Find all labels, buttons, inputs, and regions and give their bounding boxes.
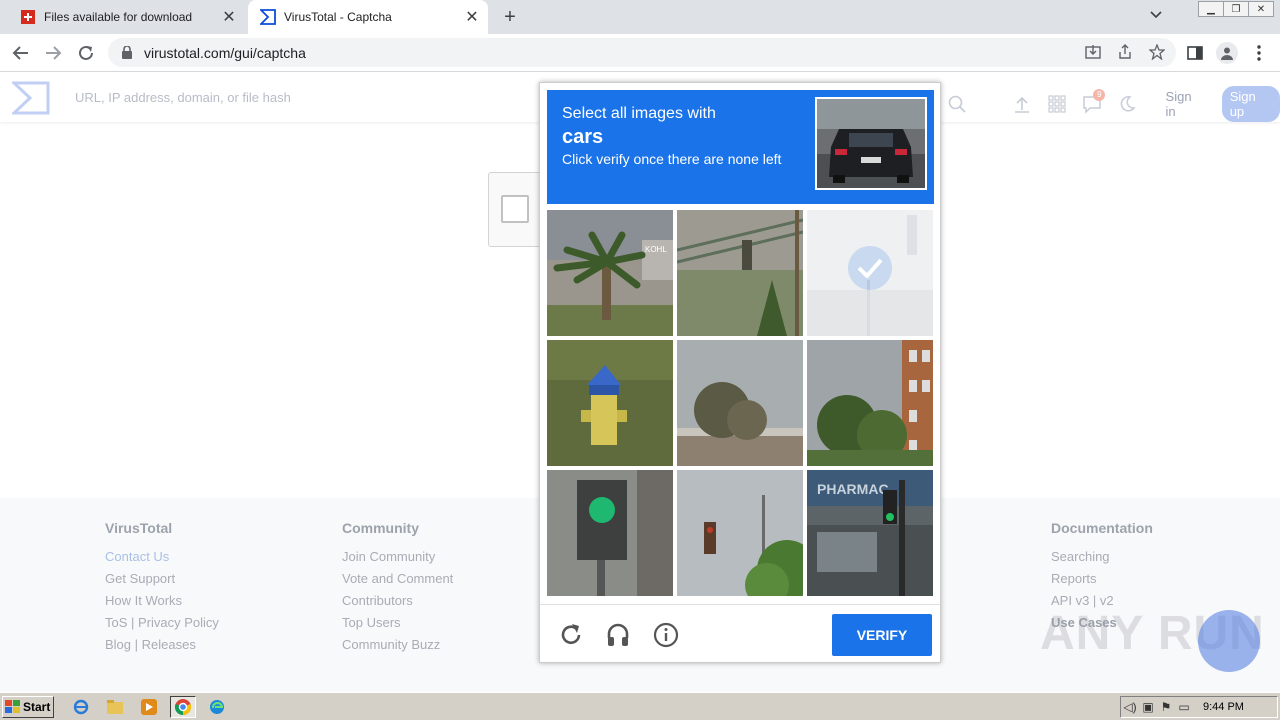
footer-col-title: VirusTotal <box>105 520 173 536</box>
selected-check-icon <box>848 246 892 290</box>
close-icon[interactable]: ✕ <box>221 9 237 26</box>
notification-badge: 9 <box>1093 89 1106 101</box>
tab-strip: Files available for download ✕ VirusTota… <box>0 0 1280 34</box>
image-grid: KOHL PHARMAC <box>547 210 935 598</box>
profile-avatar-icon[interactable] <box>1216 42 1238 64</box>
challenge-keyword: cars <box>562 126 604 148</box>
recaptcha-challenge: Select all images with cars Click verify… <box>539 82 941 663</box>
sign-in-link[interactable]: Sign in <box>1166 89 1204 119</box>
reload-icon[interactable] <box>75 42 97 64</box>
info-icon[interactable] <box>653 622 679 648</box>
footer-link[interactable]: Searching <box>1051 549 1153 564</box>
recaptcha-checkbox[interactable] <box>501 195 529 223</box>
tab-files-download[interactable]: Files available for download ✕ <box>8 0 245 34</box>
close-icon[interactable]: ✕ <box>464 9 480 26</box>
footer-link[interactable]: Contributors <box>342 593 453 608</box>
internet-explorer-icon[interactable] <box>68 696 94 718</box>
verify-button[interactable]: VERIFY <box>832 614 932 656</box>
notifications-icon[interactable]: 9 <box>1081 89 1106 115</box>
window-controls: ▁ ❐ ✕ <box>1198 1 1274 17</box>
captcha-tile-selected[interactable] <box>807 210 933 336</box>
start-label: Start <box>23 700 51 714</box>
recaptcha-anchor <box>488 172 544 247</box>
clock: 9:44 PM <box>1203 701 1244 713</box>
bookmark-star-icon[interactable] <box>1148 43 1166 61</box>
tab-title: Files available for download <box>44 10 193 24</box>
edge-icon[interactable] <box>204 696 230 718</box>
apps-grid-icon[interactable] <box>1046 93 1067 115</box>
footer-link[interactable]: ToS | Privacy Policy <box>105 615 219 630</box>
captcha-tile[interactable] <box>677 340 803 466</box>
dark-mode-moon-icon[interactable] <box>1116 93 1137 115</box>
tab-search-chevron-icon[interactable] <box>1150 8 1162 22</box>
anyrun-logo-icon <box>1198 610 1260 672</box>
captcha-tile[interactable] <box>547 340 673 466</box>
storefront-text: PHARMAC <box>817 481 889 497</box>
footer-col-community: Community Join Community Vote and Commen… <box>342 520 453 659</box>
footer-link[interactable]: Contact Us <box>105 549 219 564</box>
lock-icon[interactable] <box>120 46 134 59</box>
footer-col-title: Documentation <box>1051 520 1153 536</box>
virustotal-logo-icon[interactable] <box>10 81 50 120</box>
footer-col-title: Community <box>342 520 419 536</box>
tab-title: VirusTotal - Captcha <box>284 10 392 24</box>
flag-icon[interactable]: ⚑ <box>1157 700 1175 714</box>
sign-text: KOHL <box>645 245 667 254</box>
minimize-button[interactable]: ▁ <box>1198 1 1224 17</box>
footer-link[interactable]: Reports <box>1051 571 1153 586</box>
new-tab-button[interactable]: + <box>500 7 520 27</box>
captcha-tile[interactable] <box>677 210 803 336</box>
sample-car-image <box>815 97 927 190</box>
challenge-subinstruction: Click verify once there are none left <box>562 151 782 167</box>
windows-taskbar: Start ◁) ▣ ⚑ ▭ 9:44 PM <box>0 692 1280 720</box>
install-app-icon[interactable] <box>1084 43 1102 61</box>
side-panel-icon[interactable] <box>1186 44 1204 62</box>
restore-button[interactable]: ❐ <box>1223 1 1249 17</box>
footer-link[interactable]: Top Users <box>342 615 453 630</box>
footer-link[interactable]: Join Community <box>342 549 453 564</box>
forward-arrow-icon[interactable] <box>42 42 64 64</box>
tab-virustotal-captcha[interactable]: VirusTotal - Captcha ✕ <box>248 0 488 34</box>
captcha-tile[interactable] <box>677 470 803 596</box>
footer-link[interactable]: Community Buzz <box>342 637 453 652</box>
share-icon[interactable] <box>1116 43 1134 61</box>
swiss-flag-icon <box>20 9 36 25</box>
footer-col-virustotal: VirusTotal Contact Us Get Support How It… <box>105 520 219 659</box>
captcha-tile[interactable]: PHARMAC <box>807 470 933 596</box>
close-window-button[interactable]: ✕ <box>1248 1 1274 17</box>
network-icon[interactable]: ▣ <box>1139 700 1157 714</box>
challenge-footer: VERIFY <box>540 604 940 662</box>
captcha-tile[interactable]: KOHL <box>547 210 673 336</box>
footer-link[interactable]: How It Works <box>105 593 219 608</box>
start-button[interactable]: Start <box>2 696 54 718</box>
reload-challenge-icon[interactable] <box>558 622 584 648</box>
system-tray: ◁) ▣ ⚑ ▭ 9:44 PM <box>1120 696 1278 718</box>
chrome-icon[interactable] <box>170 696 196 718</box>
challenge-header: Select all images with cars Click verify… <box>547 90 934 204</box>
back-arrow-icon[interactable] <box>10 42 32 64</box>
challenge-instruction: Select all images with <box>562 105 716 122</box>
windows-logo-icon <box>5 700 21 714</box>
kebab-menu-icon[interactable] <box>1250 44 1268 62</box>
sign-up-button[interactable]: Sign up <box>1221 86 1280 122</box>
browser-toolbar: virustotal.com/gui/captcha <box>0 34 1280 72</box>
footer-link[interactable]: Get Support <box>105 571 219 586</box>
display-icon[interactable]: ▭ <box>1175 700 1193 714</box>
upload-icon[interactable] <box>1011 93 1032 115</box>
virustotal-icon <box>260 9 276 25</box>
captcha-tile[interactable] <box>547 470 673 596</box>
file-explorer-icon[interactable] <box>102 696 128 718</box>
address-bar[interactable]: virustotal.com/gui/captcha <box>108 38 1176 67</box>
url-text: virustotal.com/gui/captcha <box>144 44 306 61</box>
footer-link[interactable]: Blog | Releases <box>105 637 219 652</box>
captcha-tile[interactable] <box>807 340 933 466</box>
footer-link[interactable]: Vote and Comment <box>342 571 453 586</box>
audio-challenge-headphones-icon[interactable] <box>605 622 631 648</box>
volume-icon[interactable]: ◁) <box>1121 700 1139 714</box>
media-player-icon[interactable] <box>136 696 162 718</box>
search-icon[interactable] <box>946 93 967 115</box>
